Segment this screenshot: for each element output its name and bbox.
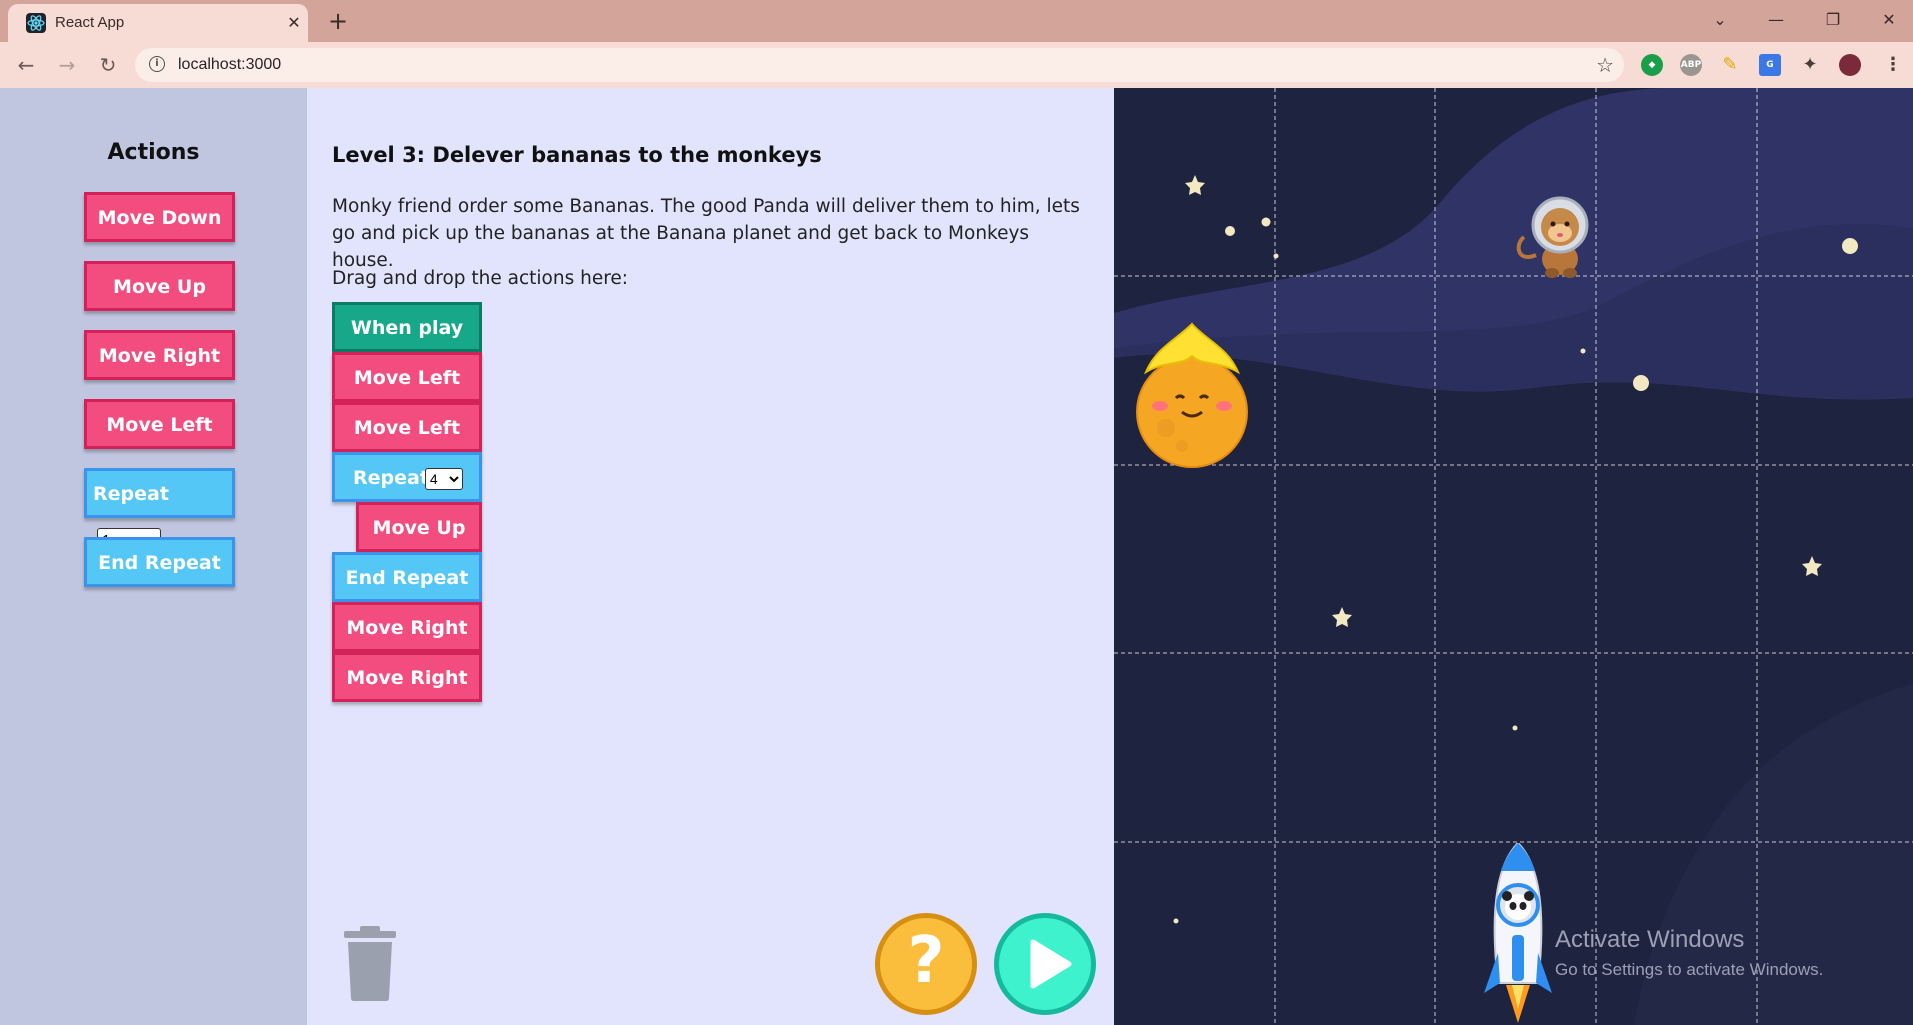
back-icon[interactable]: ← (12, 51, 40, 79)
tab-title: React App (55, 14, 125, 31)
block-label: Move Up (372, 517, 466, 539)
block-label: Repeat (93, 483, 169, 505)
translate-extension-icon[interactable]: G (1759, 54, 1781, 76)
adblock-extension-icon[interactable]: ABP (1680, 54, 1702, 76)
program-end-repeat-block[interactable]: End Repeat (332, 552, 482, 602)
palette-move-left-block[interactable]: Move Left (84, 399, 235, 449)
palette-repeat-block[interactable]: Repeat 1 (84, 468, 235, 554)
block-label: End Repeat (98, 552, 221, 574)
program-when-play-block[interactable]: When play (332, 302, 482, 352)
block-label: Move Left (353, 367, 461, 389)
browser-toolbar: ← → ↻ i localhost:3000 ☆ ◆ ABP ✎ G ✦ ⋮ (0, 42, 1913, 88)
tab-search-icon[interactable]: ⌄ (1700, 6, 1740, 34)
restore-button[interactable]: ❐ (1813, 6, 1853, 34)
banana-planet (1136, 322, 1248, 468)
block-label: Move Left (353, 417, 461, 439)
forward-icon[interactable]: → (53, 51, 81, 79)
program-move-right-block[interactable]: Move Right (332, 652, 482, 702)
program-move-left-block[interactable]: Move Left (332, 352, 482, 402)
shield-extension-icon[interactable]: ◆ (1641, 54, 1663, 76)
block-label: Move Left (106, 414, 213, 436)
block-label: Move Right (346, 617, 468, 639)
monkey-character (1516, 196, 1589, 278)
address-bar[interactable]: i localhost:3000 ☆ (135, 48, 1624, 82)
bookmark-star-icon[interactable]: ☆ (1596, 53, 1614, 77)
program-move-up-block[interactable]: Move Up (356, 502, 482, 552)
help-button[interactable]: ? (875, 913, 977, 1015)
program-repeat-block[interactable]: Repeat 4 (332, 452, 482, 502)
play-icon (1030, 939, 1072, 989)
block-label: Move Up (113, 276, 206, 298)
block-label: End Repeat (345, 567, 469, 589)
minimize-button[interactable]: — (1756, 6, 1796, 34)
level-title: Level 3: Delever bananas to the monkeys (332, 143, 822, 167)
tab-close-icon[interactable]: ✕ (282, 11, 306, 35)
close-window-button[interactable]: ✕ (1869, 6, 1909, 34)
palette-move-down-block[interactable]: Move Down (84, 192, 235, 242)
react-icon (26, 13, 46, 33)
block-label: Move Right (346, 667, 468, 689)
block-label: Move Right (98, 345, 221, 367)
actions-palette: Actions Move Down Move Up Move Right Mov… (0, 88, 307, 1025)
program-move-right-block[interactable]: Move Right (332, 602, 482, 652)
palette-move-right-block[interactable]: Move Right (84, 330, 235, 380)
block-label: Move Down (97, 207, 222, 229)
activate-windows-title: Activate Windows (1555, 926, 1745, 953)
extensions-puzzle-icon[interactable]: ✦ (1799, 54, 1821, 76)
url-text: localhost:3000 (178, 56, 282, 73)
help-label: ? (907, 924, 945, 998)
panda-rocket (1484, 843, 1552, 1023)
activate-windows-subtitle: Go to Settings to activate Windows. (1555, 960, 1824, 979)
level-description: Monky friend order some Bananas. The goo… (332, 196, 1080, 271)
drop-zone-label: Drag and drop the actions here: (332, 268, 629, 289)
block-label: Repeat (353, 467, 429, 489)
block-label: When play (350, 317, 464, 339)
actions-title: Actions (107, 140, 200, 165)
game-board (1114, 88, 1913, 1025)
reload-icon[interactable]: ↻ (94, 51, 122, 79)
info-icon[interactable]: i (149, 56, 165, 72)
trash-icon[interactable] (342, 926, 398, 1002)
browser-menu-icon[interactable]: ⋮ (1882, 54, 1904, 76)
program-repeat-count-select[interactable]: 4 (424, 467, 463, 490)
palette-end-repeat-block[interactable]: End Repeat (84, 537, 235, 587)
highlighter-extension-icon[interactable]: ✎ (1719, 54, 1741, 76)
browser-tab[interactable]: React App ✕ (8, 4, 308, 42)
app-root: Actions Move Down Move Up Move Right Mov… (0, 88, 1913, 1025)
palette-move-up-block[interactable]: Move Up (84, 261, 235, 311)
profile-avatar[interactable] (1839, 54, 1861, 76)
play-button[interactable] (994, 913, 1096, 1015)
new-tab-button[interactable]: + (324, 7, 352, 35)
browser-tab-bar: React App ✕ + ⌄ — ❐ ✕ (0, 0, 1913, 42)
program-workspace: Level 3: Delever bananas to the monkeys … (307, 88, 1114, 1025)
program-move-left-block[interactable]: Move Left (332, 402, 482, 452)
